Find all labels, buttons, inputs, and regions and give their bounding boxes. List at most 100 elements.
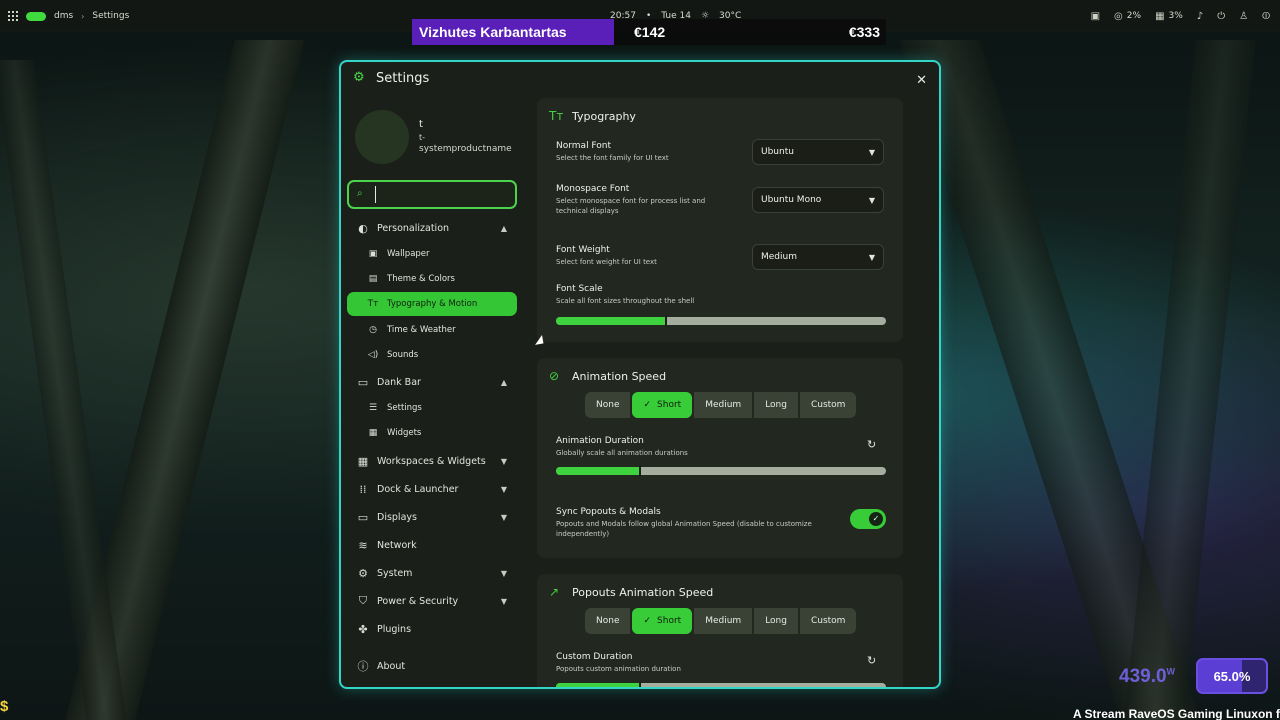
percent-badge: 65.0% bbox=[1196, 658, 1268, 694]
speed-option-medium[interactable]: Medium bbox=[694, 608, 753, 634]
option-label: Long bbox=[765, 616, 787, 626]
option-label: Medium bbox=[705, 400, 742, 410]
workspaces-icon: ▦ bbox=[357, 454, 369, 468]
font-scale-slider[interactable] bbox=[556, 315, 886, 327]
custom-duration-slider[interactable] bbox=[556, 681, 886, 687]
sync-popouts-toggle[interactable]: ✓ bbox=[850, 509, 886, 529]
speed-option-long[interactable]: Long bbox=[754, 608, 798, 634]
sidebar-item-power-security[interactable]: ⛉ Power & Security ▼ bbox=[347, 589, 517, 613]
slider-thumb[interactable] bbox=[664, 315, 667, 327]
animation-icon: ⊘ bbox=[549, 369, 560, 383]
power-icon[interactable]: ⏼ bbox=[1262, 11, 1270, 22]
wallpaper-icon: ▣ bbox=[368, 249, 378, 259]
speed-option-none[interactable]: None bbox=[585, 608, 631, 634]
sidebar-item-sounds[interactable]: ◁) Sounds bbox=[347, 343, 517, 367]
speed-option-medium[interactable]: Medium bbox=[694, 392, 753, 418]
reset-icon[interactable]: ↻ bbox=[867, 438, 876, 451]
sidebar-item-label: System bbox=[377, 567, 413, 579]
speed-option-custom[interactable]: Custom bbox=[799, 392, 857, 418]
clipboard-icon[interactable]: ▣ bbox=[1091, 11, 1100, 22]
slider-fill bbox=[556, 467, 639, 475]
sidebar-item-typography-motion[interactable]: Tт Typography & Motion bbox=[347, 292, 517, 316]
chevron-down-icon: ▼ bbox=[500, 484, 507, 494]
palette-icon: ◐ bbox=[358, 221, 368, 235]
sidebar-item-about[interactable]: ⓘ About bbox=[347, 654, 517, 678]
chevron-down-icon: ▼ bbox=[500, 456, 507, 466]
check-icon: ✓ bbox=[869, 512, 883, 526]
dollar-logo-icon: $ bbox=[0, 698, 9, 715]
text-fields-icon: Tт bbox=[367, 299, 379, 309]
option-label: None bbox=[596, 616, 620, 626]
sidebar-item-label: Typography & Motion bbox=[387, 299, 478, 309]
sidebar-item-personalization[interactable]: ◐ Personalization ▲ bbox=[347, 216, 517, 240]
typography-card: Tт Typography Normal Font Select the fon… bbox=[537, 98, 903, 342]
mono-font-select[interactable]: Ubuntu Mono ▼ bbox=[752, 187, 884, 213]
speed-option-none[interactable]: None bbox=[585, 392, 631, 418]
gear-icon: ⚙ bbox=[353, 70, 365, 85]
sidebar-item-bar-settings[interactable]: ☰ Settings bbox=[347, 396, 517, 420]
sidebar-item-workspaces-widgets[interactable]: ▦ Workspaces & Widgets ▼ bbox=[347, 449, 517, 473]
sidebar-item-label: Plugins bbox=[377, 623, 412, 635]
option-label: Short bbox=[657, 616, 682, 626]
sidebar-item-network[interactable]: ≋ Network bbox=[347, 533, 517, 557]
sidebar-item-widgets[interactable]: ▦ Widgets bbox=[347, 421, 517, 445]
slider-fill bbox=[556, 683, 639, 687]
sidebar-item-label: Time & Weather bbox=[387, 325, 456, 335]
stream-ticker: A Stream RaveOS Gaming Linuxon fut bbox=[1073, 707, 1280, 720]
stream-amounts: €142 €333 bbox=[614, 19, 886, 45]
sync-popouts-desc: Popouts and Modals follow global Animati… bbox=[556, 520, 812, 538]
slider-thumb[interactable] bbox=[638, 465, 641, 477]
user-host-line1: t- bbox=[419, 133, 426, 142]
sidebar-item-wallpaper[interactable]: ▣ Wallpaper bbox=[347, 242, 517, 266]
sync-popouts-label: Sync Popouts & Modals bbox=[556, 507, 661, 517]
option-label: Medium bbox=[705, 616, 742, 626]
sidebar-item-dock-launcher[interactable]: ⁞⁞ Dock & Launcher ▼ bbox=[347, 477, 517, 501]
custom-duration-label: Custom Duration bbox=[556, 652, 633, 662]
notification-bell-icon[interactable]: ♪ bbox=[1197, 11, 1203, 22]
breadcrumb-chevron-icon: › bbox=[81, 11, 85, 21]
user-icon[interactable]: ♙ bbox=[1239, 11, 1248, 22]
sidebar-item-plugins[interactable]: ✤ Plugins bbox=[347, 617, 517, 641]
power-plug-icon[interactable]: ⏻ bbox=[1217, 11, 1225, 22]
option-label: Custom bbox=[810, 400, 846, 410]
option-label: None bbox=[596, 400, 620, 410]
chevron-up-icon: ▲ bbox=[500, 377, 507, 387]
stream-amount-2: €333 bbox=[848, 24, 880, 40]
search-input[interactable] bbox=[375, 186, 510, 203]
sidebar-item-displays[interactable]: ▭ Displays ▼ bbox=[347, 505, 517, 529]
content-pane[interactable]: Tт Typography Normal Font Select the fon… bbox=[537, 98, 907, 687]
slider-thumb[interactable] bbox=[638, 681, 641, 687]
normal-font-select[interactable]: Ubuntu ▼ bbox=[752, 139, 884, 165]
sidebar-item-label: Sounds bbox=[387, 350, 419, 360]
sidebar-item-label: Network bbox=[377, 539, 417, 551]
window-title: Settings bbox=[376, 71, 430, 86]
speaker-icon: ◁) bbox=[367, 350, 379, 360]
animation-duration-slider[interactable] bbox=[556, 465, 886, 477]
brush-icon: ▤ bbox=[368, 274, 378, 284]
app-grid-icon[interactable] bbox=[8, 11, 18, 21]
animation-speed-card: ⊘ Animation Speed None ✓ Short Medium Lon… bbox=[537, 358, 903, 558]
memory-icon[interactable]: ▦ bbox=[1155, 11, 1164, 22]
mono-font-desc: Select monospace font for process list a… bbox=[556, 197, 706, 215]
sidebar-item-time-weather[interactable]: ◷ Time & Weather bbox=[347, 318, 517, 342]
workspace-name: dms bbox=[54, 11, 74, 21]
sidebar-item-theme-colors[interactable]: ▤ Theme & Colors bbox=[347, 267, 517, 291]
chevron-down-icon: ▼ bbox=[500, 568, 507, 578]
sidebar-item-system[interactable]: ⚙ System ▼ bbox=[347, 561, 517, 585]
chevron-up-icon: ▲ bbox=[500, 223, 507, 233]
close-button[interactable]: ✕ bbox=[916, 73, 927, 88]
open-in-new-icon: ↗ bbox=[549, 585, 560, 599]
avatar[interactable] bbox=[355, 110, 409, 164]
reset-icon[interactable]: ↻ bbox=[867, 654, 876, 667]
user-host-line2: systemproductname bbox=[419, 144, 512, 154]
cpu-icon[interactable]: ◎ bbox=[1114, 11, 1123, 22]
sidebar-item-dank-bar[interactable]: ▭ Dank Bar ▲ bbox=[347, 370, 517, 394]
sidebar-item-label: About bbox=[377, 660, 406, 672]
speed-option-short[interactable]: ✓ Short bbox=[632, 608, 693, 634]
speed-option-short[interactable]: ✓ Short bbox=[632, 392, 693, 418]
font-weight-select[interactable]: Medium ▼ bbox=[752, 244, 884, 270]
speed-option-long[interactable]: Long bbox=[754, 392, 798, 418]
speed-option-custom[interactable]: Custom bbox=[799, 608, 857, 634]
workspace-indicator[interactable] bbox=[26, 11, 46, 21]
sidebar-item-label: Personalization bbox=[377, 222, 450, 234]
